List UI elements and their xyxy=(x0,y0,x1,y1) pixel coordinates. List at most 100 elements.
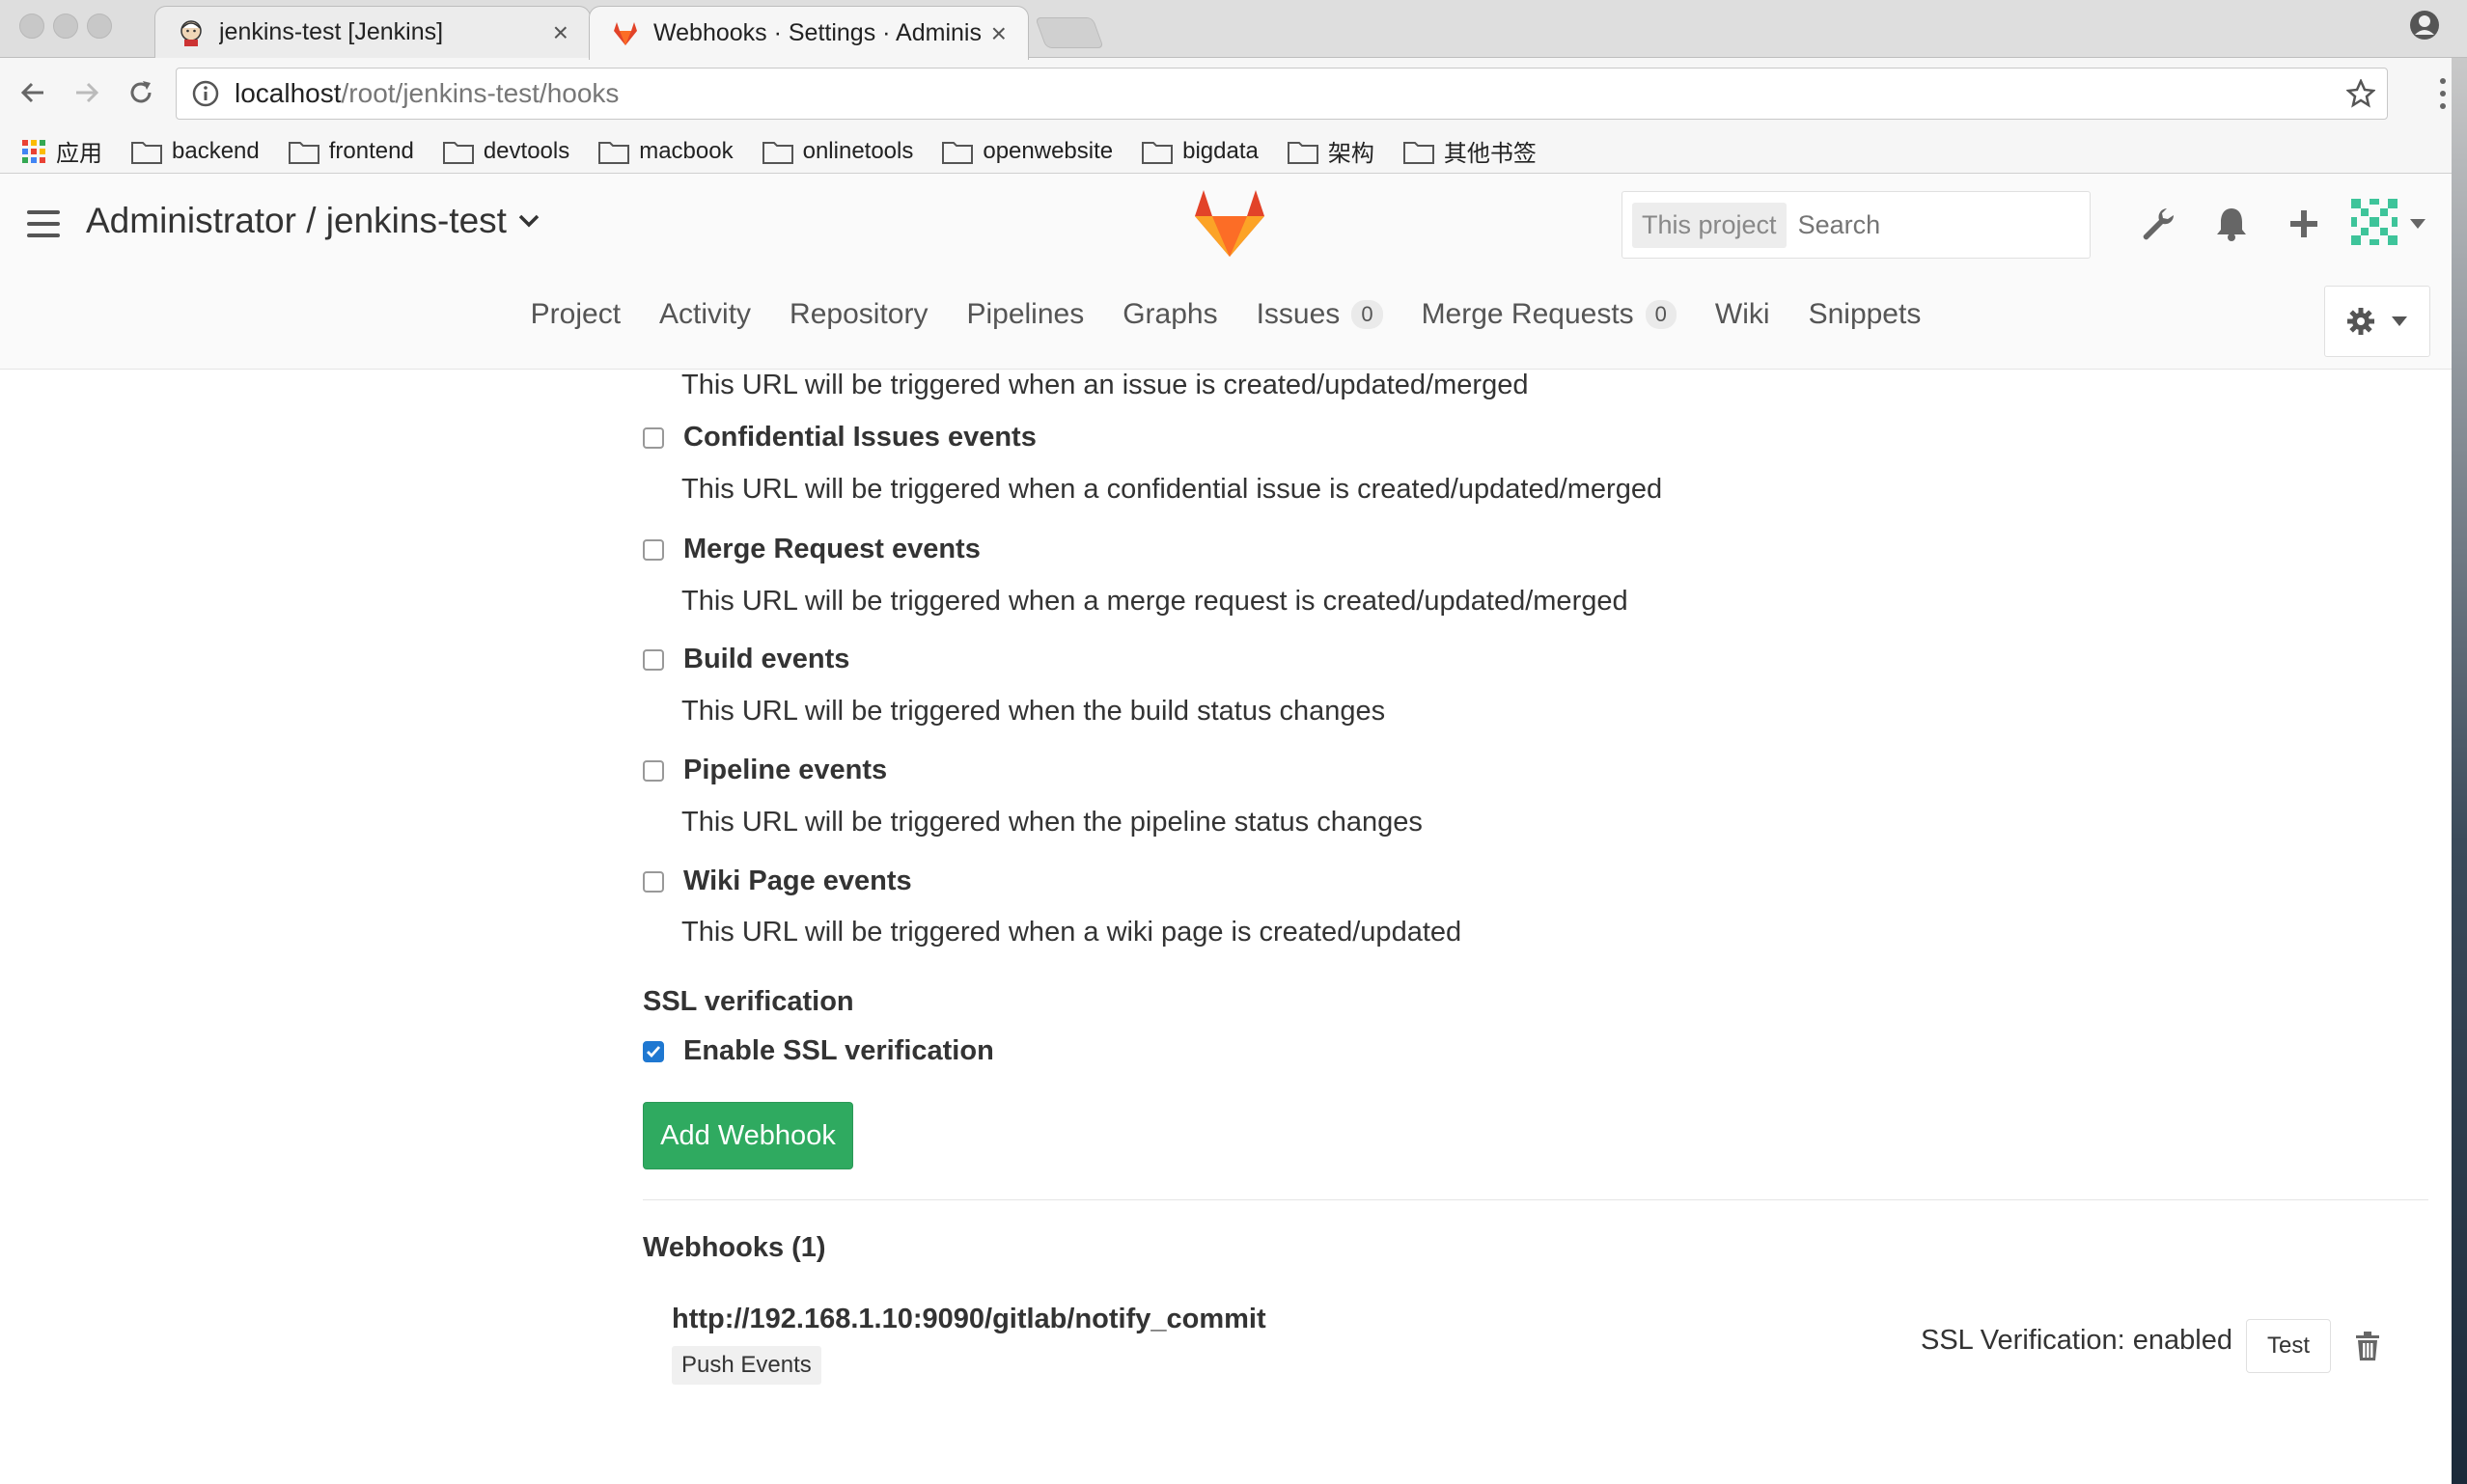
bookmark-label: macbook xyxy=(639,137,734,164)
browser-menu-icon[interactable] xyxy=(2438,77,2448,110)
trash-icon[interactable] xyxy=(2353,1331,2382,1361)
bookmark-folder-openwebsite[interactable]: openwebsite xyxy=(942,138,1113,165)
folder-icon xyxy=(762,141,793,164)
profile-icon[interactable] xyxy=(2409,10,2440,41)
url-host: localhost xyxy=(235,78,342,108)
caret-down-icon[interactable] xyxy=(2409,218,2426,230)
bookmark-folder-other[interactable]: 其他书签 xyxy=(1402,134,1537,168)
pipeline-checkbox[interactable] xyxy=(643,759,664,782)
section-divider xyxy=(643,1199,2428,1200)
browser-tab-jenkins[interactable]: jenkins-test [Jenkins] × xyxy=(154,6,591,58)
user-avatar[interactable] xyxy=(2347,195,2401,249)
merge-requests-count-badge: 0 xyxy=(1645,300,1677,329)
event-option-confidential-issues[interactable]: Confidential Issues events xyxy=(643,422,1037,453)
subnav-graphs[interactable]: Graphs xyxy=(1123,298,1217,331)
forward-arrow-icon xyxy=(76,82,99,103)
bookmark-star-icon[interactable] xyxy=(2346,79,2375,108)
bookmark-folder-devtools[interactable]: devtools xyxy=(442,137,570,165)
browser-tab-webhooks[interactable]: Webhooks · Settings · Administrator × xyxy=(589,6,1029,60)
bookmark-folder-frontend[interactable]: frontend xyxy=(288,138,414,165)
apps-grid-icon xyxy=(22,139,45,163)
ssl-verification-checkbox[interactable] xyxy=(643,1040,664,1062)
address-bar[interactable]: localhost/root/jenkins-test/hooks xyxy=(176,68,2388,120)
gitlab-logo-icon[interactable] xyxy=(1194,189,1265,259)
event-label: Build events xyxy=(683,644,850,674)
subnav-repository[interactable]: Repository xyxy=(790,298,928,331)
bookmark-folder-onlinetools[interactable]: onlinetools xyxy=(762,137,914,165)
test-webhook-button[interactable]: Test xyxy=(2246,1319,2331,1373)
back-button[interactable] xyxy=(14,73,52,112)
notifications-button[interactable] xyxy=(2210,203,2253,245)
bookmark-folder-backend[interactable]: backend xyxy=(131,138,260,165)
subnav-label: Merge Requests xyxy=(1421,298,1634,330)
window-zoom-button[interactable] xyxy=(87,14,112,39)
new-tab-button[interactable] xyxy=(1035,17,1104,48)
admin-area-button[interactable] xyxy=(2137,203,2179,245)
sidebar-toggle-button[interactable] xyxy=(27,210,60,239)
bookmark-label: 架构 xyxy=(1327,141,1374,167)
subnav-issues[interactable]: Issues 0 xyxy=(1257,298,1383,331)
info-icon[interactable] xyxy=(192,80,219,107)
event-option-merge-request[interactable]: Merge Request events xyxy=(643,534,981,565)
caret-down-icon xyxy=(2392,316,2407,326)
folder-icon xyxy=(1142,141,1174,164)
jenkins-favicon-icon xyxy=(180,19,202,46)
url-path: /root/jenkins-test/hooks xyxy=(341,78,620,108)
new-item-button[interactable] xyxy=(2283,203,2325,245)
back-arrow-icon xyxy=(20,82,43,103)
bookmark-label: bigdata xyxy=(1182,137,1259,164)
bookmark-folder-macbook[interactable]: macbook xyxy=(598,137,734,165)
event-label: Confidential Issues events xyxy=(683,422,1037,453)
subnav-pipelines[interactable]: Pipelines xyxy=(966,298,1084,331)
event-label: Merge Request events xyxy=(683,534,981,564)
reload-button[interactable] xyxy=(122,73,160,112)
subnav-snippets[interactable]: Snippets xyxy=(1809,298,1922,331)
bookmark-folder-architecture[interactable]: 架构 xyxy=(1287,134,1374,168)
wrench-icon xyxy=(2143,208,2175,240)
webhook-event-tag: Push Events xyxy=(672,1346,821,1385)
bell-icon xyxy=(2217,208,2246,241)
subnav-wiki[interactable]: Wiki xyxy=(1715,298,1770,331)
merge-request-checkbox[interactable] xyxy=(643,538,664,561)
subnav-activity[interactable]: Activity xyxy=(659,298,751,331)
search-input[interactable] xyxy=(1797,209,2140,240)
event-description: This URL will be triggered when a merge … xyxy=(681,586,1628,617)
bookmark-label: devtools xyxy=(483,137,570,164)
event-option-pipeline[interactable]: Pipeline events xyxy=(643,755,887,786)
folder-icon xyxy=(288,141,319,164)
gitlab-favicon-icon xyxy=(614,21,637,45)
subnav-label: Pipelines xyxy=(966,298,1085,330)
project-settings-dropdown[interactable] xyxy=(2324,286,2430,357)
subnav-label: Snippets xyxy=(1808,298,1922,330)
bookmark-folder-bigdata[interactable]: bigdata xyxy=(1142,138,1259,165)
wiki-page-checkbox[interactable] xyxy=(643,870,664,893)
event-option-build[interactable]: Build events xyxy=(643,644,849,675)
bookmark-label: onlinetools xyxy=(802,137,914,164)
gear-icon xyxy=(2347,308,2374,335)
bookmark-apps[interactable]: 应用 xyxy=(21,134,102,168)
browser-toolbar: localhost/root/jenkins-test/hooks xyxy=(0,58,2467,129)
subnav-label: Project xyxy=(530,298,622,330)
project-title[interactable]: Administrator / jenkins-test xyxy=(86,201,540,241)
subnav-merge-requests[interactable]: Merge Requests 0 xyxy=(1422,298,1677,331)
window-minimize-button[interactable] xyxy=(53,14,78,39)
subnav-project[interactable]: Project xyxy=(531,298,621,331)
window-close-button[interactable] xyxy=(19,14,44,39)
event-label: Wiki Page events xyxy=(683,866,912,896)
forward-button[interactable] xyxy=(68,73,106,112)
checkmark-icon xyxy=(647,1045,661,1058)
ssl-verification-option[interactable]: Enable SSL verification xyxy=(643,1035,994,1067)
tab-close-icon[interactable]: × xyxy=(553,17,568,48)
desktop-background-edge xyxy=(2452,58,2467,1484)
confidential-issues-checkbox[interactable] xyxy=(643,426,664,449)
bookmark-label: openwebsite xyxy=(983,137,1114,164)
subnav-label: Issues xyxy=(1256,298,1341,330)
project-path: Administrator / jenkins-test xyxy=(86,201,507,240)
search-box[interactable]: This project xyxy=(1622,191,2140,259)
add-webhook-button[interactable]: Add Webhook xyxy=(643,1102,853,1169)
event-option-wiki-page[interactable]: Wiki Page events xyxy=(643,866,912,897)
event-label: Pipeline events xyxy=(683,755,888,785)
build-checkbox[interactable] xyxy=(643,648,664,671)
tab-close-icon[interactable]: × xyxy=(991,18,1007,49)
subnav-label: Wiki xyxy=(1714,298,1770,330)
